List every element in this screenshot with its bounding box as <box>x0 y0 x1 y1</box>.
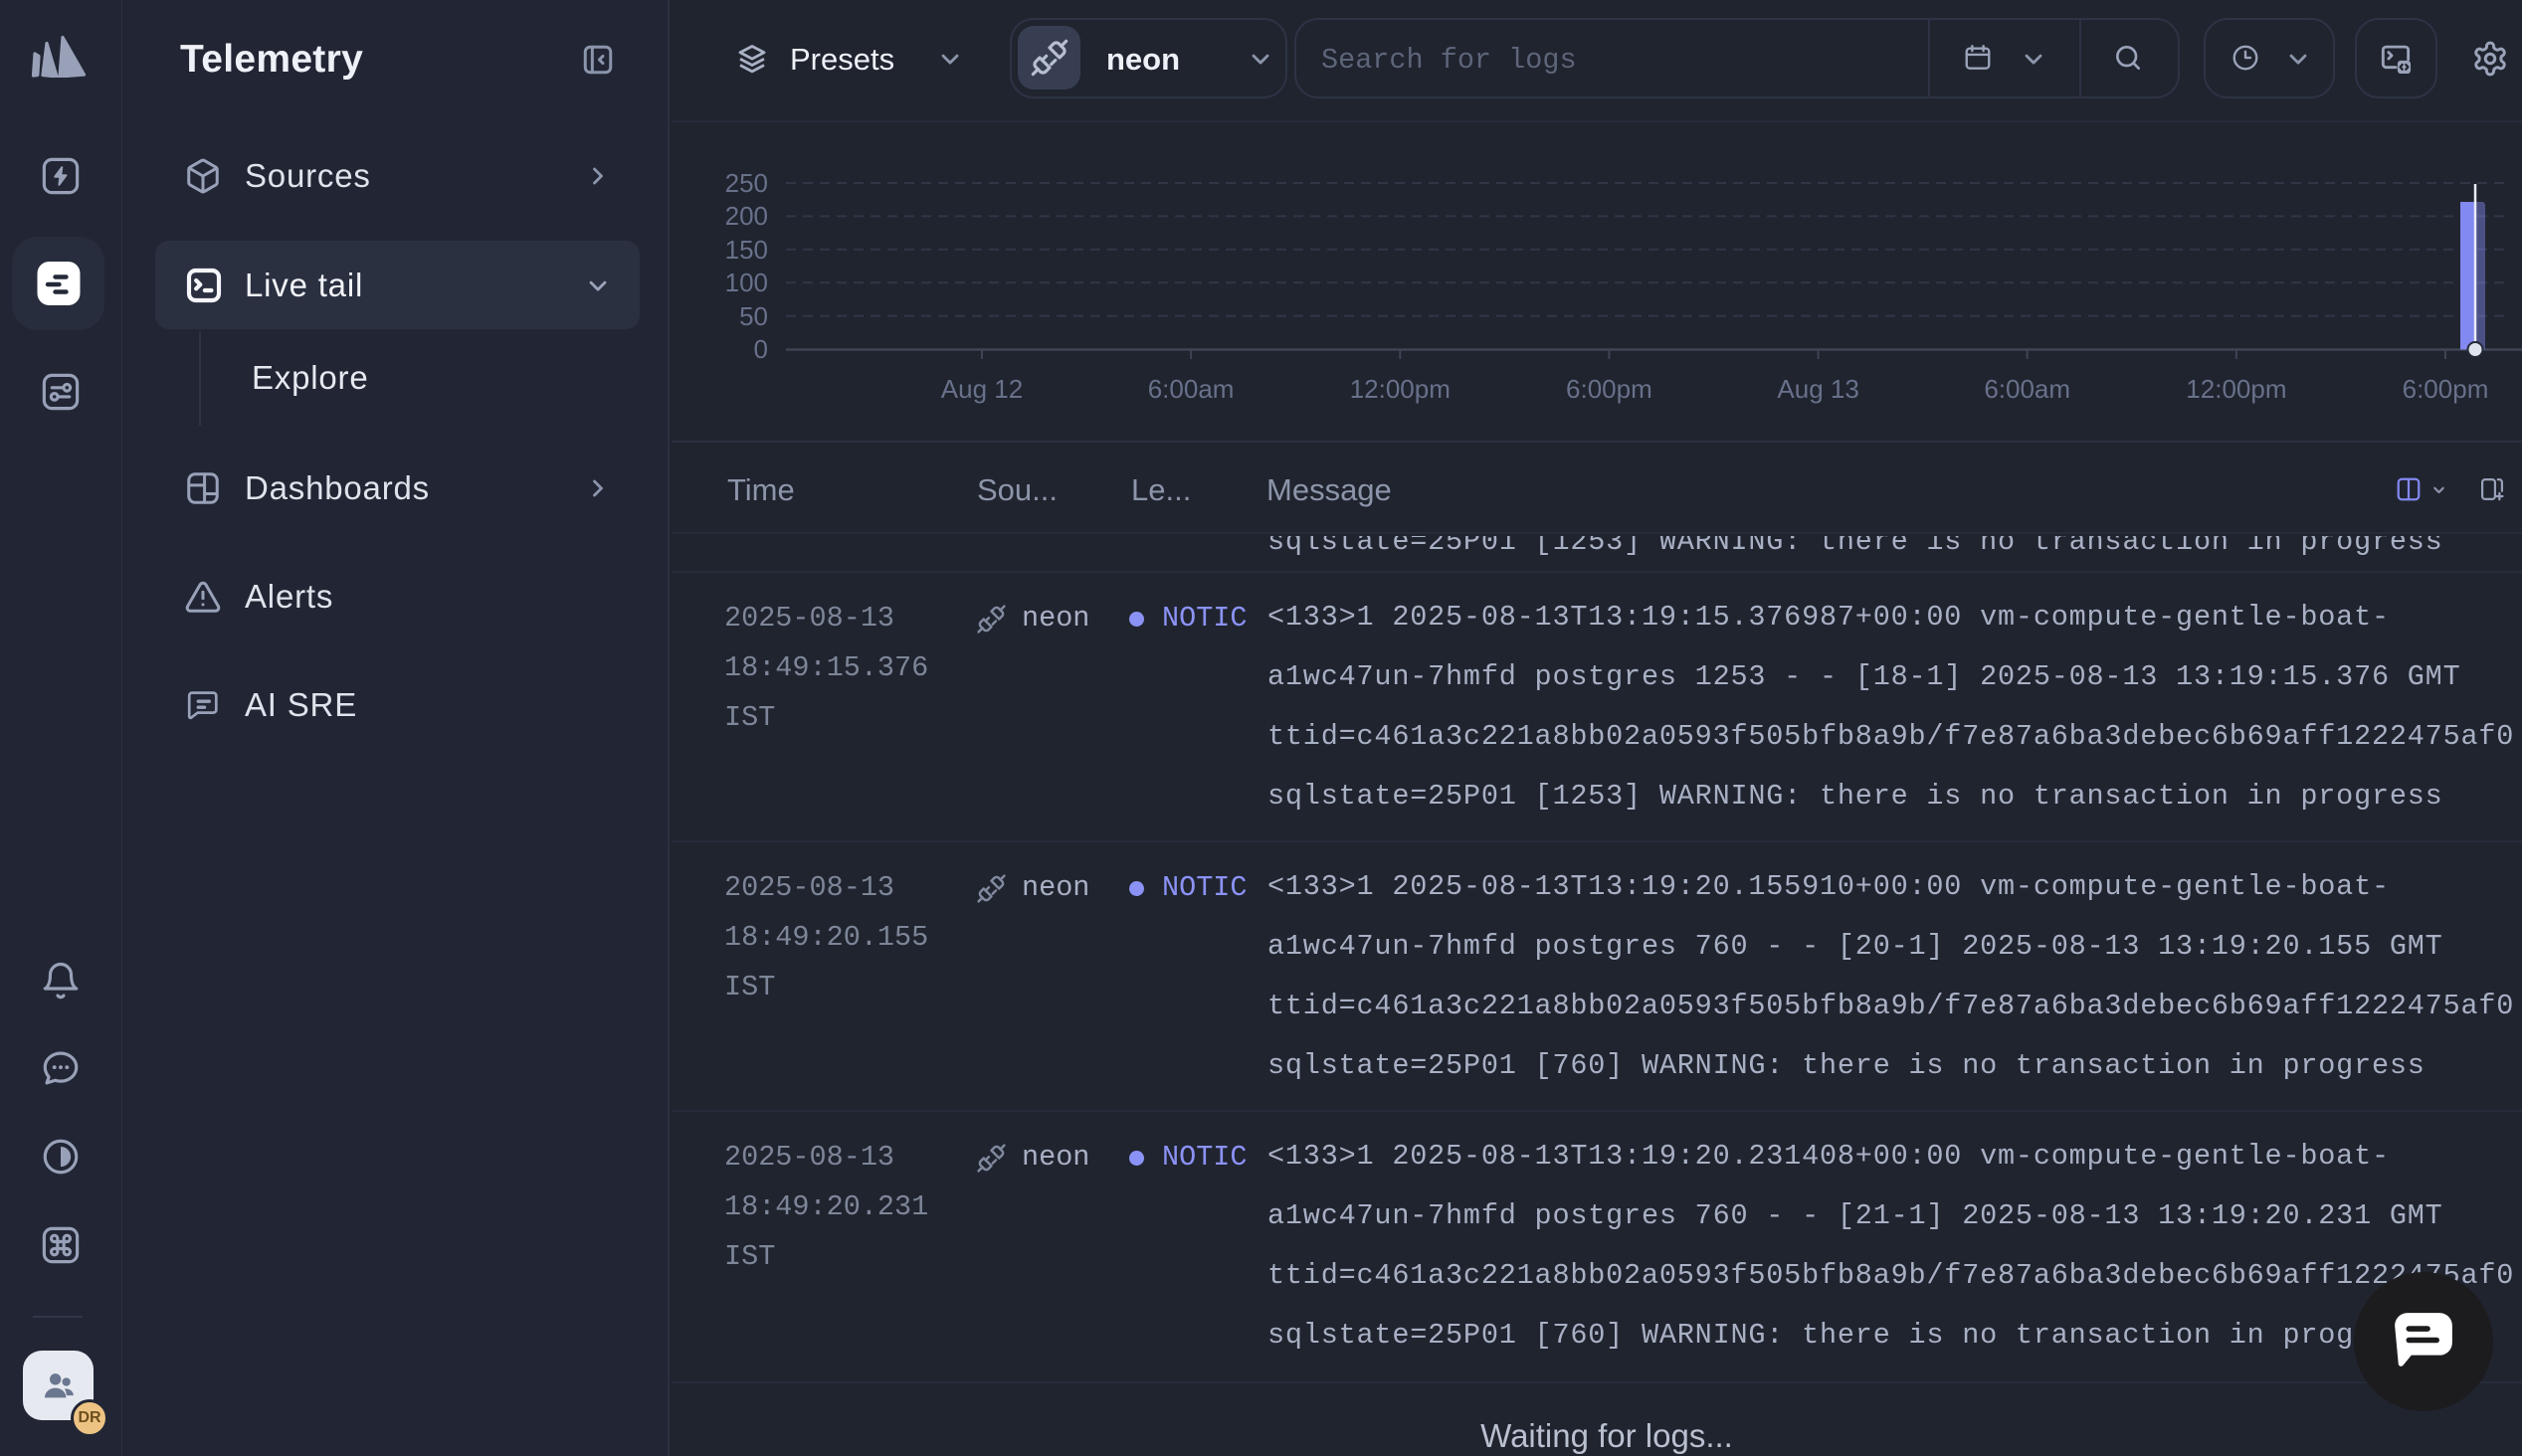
svg-text:6:00pm: 6:00pm <box>1566 374 1652 404</box>
svg-text:200: 200 <box>725 201 768 231</box>
svg-text:6:00am: 6:00am <box>1148 374 1235 404</box>
svg-text:100: 100 <box>725 268 768 297</box>
svg-text:12:00pm: 12:00pm <box>1350 374 1451 404</box>
svg-text:Aug 12: Aug 12 <box>941 374 1023 404</box>
svg-text:6:00am: 6:00am <box>1984 374 2070 404</box>
svg-text:50: 50 <box>739 301 768 331</box>
svg-text:150: 150 <box>725 235 768 265</box>
svg-text:12:00pm: 12:00pm <box>2186 374 2286 404</box>
svg-text:250: 250 <box>725 168 768 198</box>
svg-text:Aug 13: Aug 13 <box>1777 374 1858 404</box>
svg-text:6:00pm: 6:00pm <box>2403 374 2489 404</box>
svg-text:0: 0 <box>754 334 768 364</box>
